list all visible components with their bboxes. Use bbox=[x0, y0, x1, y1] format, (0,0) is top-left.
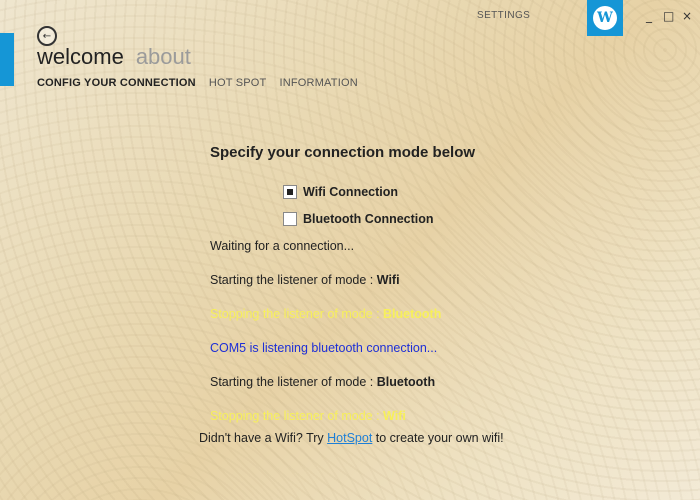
log-text: Waiting for a connection... bbox=[210, 239, 355, 253]
hint-suffix: to create your own wifi! bbox=[372, 431, 504, 445]
log-mode: Wifi bbox=[376, 273, 400, 287]
log-line: COM5 is listening bluetooth connection..… bbox=[210, 341, 540, 375]
wifi-option[interactable]: Wifi Connection bbox=[283, 178, 540, 205]
hotspot-hint: Didn't have a Wifi? Try HotSpot to creat… bbox=[199, 431, 504, 445]
wordpress-icon: W bbox=[593, 6, 617, 30]
tab-config-your-connection[interactable]: CONFIG YOUR CONNECTION bbox=[37, 77, 196, 89]
log-text: Stopping the listener of mode : bbox=[210, 409, 384, 423]
bluetooth-checkbox[interactable] bbox=[283, 211, 297, 226]
settings-link[interactable]: SETTINGS bbox=[477, 10, 530, 21]
arrow-left-icon: ← bbox=[42, 30, 52, 42]
connection-panel: Specify your connection mode below Wifi … bbox=[210, 144, 540, 443]
page-title: welcome bbox=[37, 44, 124, 69]
log-mode: Wifi bbox=[383, 409, 406, 423]
window-controls: _ □ × bbox=[644, 9, 692, 23]
log-line: Starting the listener of mode : Bluetoot… bbox=[210, 375, 540, 409]
bluetooth-option[interactable]: Bluetooth Connection bbox=[283, 205, 540, 232]
log-mode: Bluetooth bbox=[383, 307, 442, 321]
page-subtitle[interactable]: about bbox=[136, 44, 191, 70]
tab-information[interactable]: INFORMATION bbox=[279, 77, 357, 89]
wifi-option-label: Wifi Connection bbox=[303, 184, 399, 199]
log-line: Stopping the listener of mode : Bluetoot… bbox=[210, 307, 540, 341]
back-button[interactable]: ← bbox=[37, 26, 57, 46]
log-mode: Bluetooth bbox=[376, 375, 436, 389]
close-button[interactable]: × bbox=[682, 9, 692, 23]
log-line: Waiting for a connection... bbox=[210, 239, 540, 273]
page-titles: welcome about bbox=[37, 44, 191, 70]
wifi-checkbox[interactable] bbox=[283, 184, 297, 199]
connection-heading: Specify your connection mode below bbox=[210, 144, 476, 161]
accent-bar bbox=[0, 33, 14, 86]
connection-log: Waiting for a connection... Starting the… bbox=[210, 239, 540, 443]
hint-prefix: Didn't have a Wifi? Try bbox=[199, 431, 328, 445]
app-tile[interactable]: W bbox=[587, 0, 623, 36]
bluetooth-option-label: Bluetooth Connection bbox=[303, 211, 434, 226]
minimize-button[interactable]: _ bbox=[644, 9, 654, 23]
tab-hot-spot[interactable]: HOT SPOT bbox=[209, 77, 267, 89]
log-text: Starting the listener of mode : bbox=[210, 273, 377, 287]
tabs: CONFIG YOUR CONNECTION HOT SPOT INFORMAT… bbox=[37, 77, 358, 89]
log-text: Stopping the listener of mode : bbox=[210, 307, 384, 321]
log-line: Starting the listener of mode : Wifi bbox=[210, 273, 540, 307]
hotspot-link[interactable]: HotSpot bbox=[327, 431, 372, 445]
log-text: Starting the listener of mode : bbox=[210, 375, 377, 389]
maximize-button[interactable]: □ bbox=[663, 9, 674, 23]
log-text: COM5 is listening bluetooth connection..… bbox=[210, 341, 438, 355]
